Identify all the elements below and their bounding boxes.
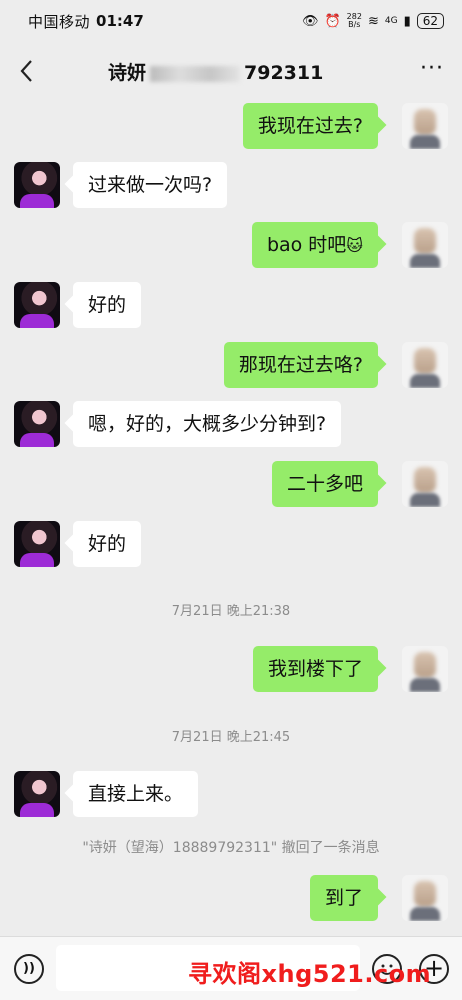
my-message-bubble[interactable]: 二十多吧 (271, 461, 378, 507)
more-button[interactable]: ··· (420, 56, 444, 81)
my-message-bubble[interactable]: 我现在过去? (242, 103, 378, 149)
clock: 01:47 (96, 12, 144, 30)
cat-emoji-icon: 🐱 (346, 236, 363, 255)
contact-message-bubble[interactable]: 过来做一次吗? (73, 162, 228, 208)
battery-level: 62 (416, 13, 444, 29)
more-dots-icon: ··· (420, 56, 444, 81)
alarm-icon: ⏰ (324, 13, 341, 29)
chevron-left-icon (20, 60, 32, 82)
timestamp: 7月21日 晚上21:38 (171, 604, 291, 619)
my-message-bubble[interactable]: 到了 (309, 875, 378, 921)
contact-message-bubble[interactable]: 好的 (73, 521, 142, 567)
my-avatar[interactable] (402, 646, 448, 692)
back-button[interactable] (14, 56, 38, 86)
my-avatar[interactable] (402, 461, 448, 507)
wifi-icon: ≋ (367, 13, 379, 29)
contact-avatar[interactable] (14, 521, 60, 567)
contact-message-bubble[interactable]: 好的 (73, 282, 142, 328)
recall-notice: "诗妍（望海）18889792311" 撤回了一条消息 (82, 840, 380, 856)
contact-message-bubble[interactable]: 直接上来。 (73, 771, 199, 817)
my-message-bubble[interactable]: bao 时吧🐱 (251, 222, 378, 268)
contact-avatar[interactable] (14, 401, 60, 447)
net-speed: 282 B/s (346, 12, 362, 29)
status-bar: 中国移动 01:47 👁 ⏰ 282 B/s ≋ 4G ▮ 62 (0, 0, 462, 42)
my-message-bubble[interactable]: 那现在过去咯? (223, 342, 378, 388)
contact-avatar[interactable] (14, 771, 60, 817)
signal-icon: ▮ (403, 13, 411, 29)
timestamp: 7月21日 晚上21:45 (171, 730, 291, 745)
chat-header: 诗妍 792311 ··· (0, 42, 462, 100)
contact-avatar[interactable] (14, 162, 60, 208)
carrier-label: 中国移动 (28, 12, 91, 31)
status-icons: 👁 ⏰ 282 B/s ≋ 4G ▮ 62 (302, 13, 444, 29)
contact-message-bubble[interactable]: 嗯，好的，大概多少分钟到? (73, 401, 342, 447)
my-avatar[interactable] (402, 222, 448, 268)
my-message-bubble[interactable]: 我到楼下了 (252, 646, 378, 692)
my-avatar[interactable] (402, 875, 448, 921)
voice-button[interactable]: )) (14, 954, 44, 984)
voice-icon: )) (23, 961, 35, 976)
my-avatar[interactable] (402, 103, 448, 149)
my-avatar[interactable] (402, 342, 448, 388)
contact-avatar[interactable] (14, 282, 60, 328)
watermark-text: 寻欢阁xhg521.com (188, 960, 432, 988)
network-type: 4G (384, 16, 398, 26)
eye-icon: 👁 (301, 13, 319, 29)
chat-title: 诗妍 792311 (108, 62, 324, 84)
redacted-block (150, 65, 241, 82)
